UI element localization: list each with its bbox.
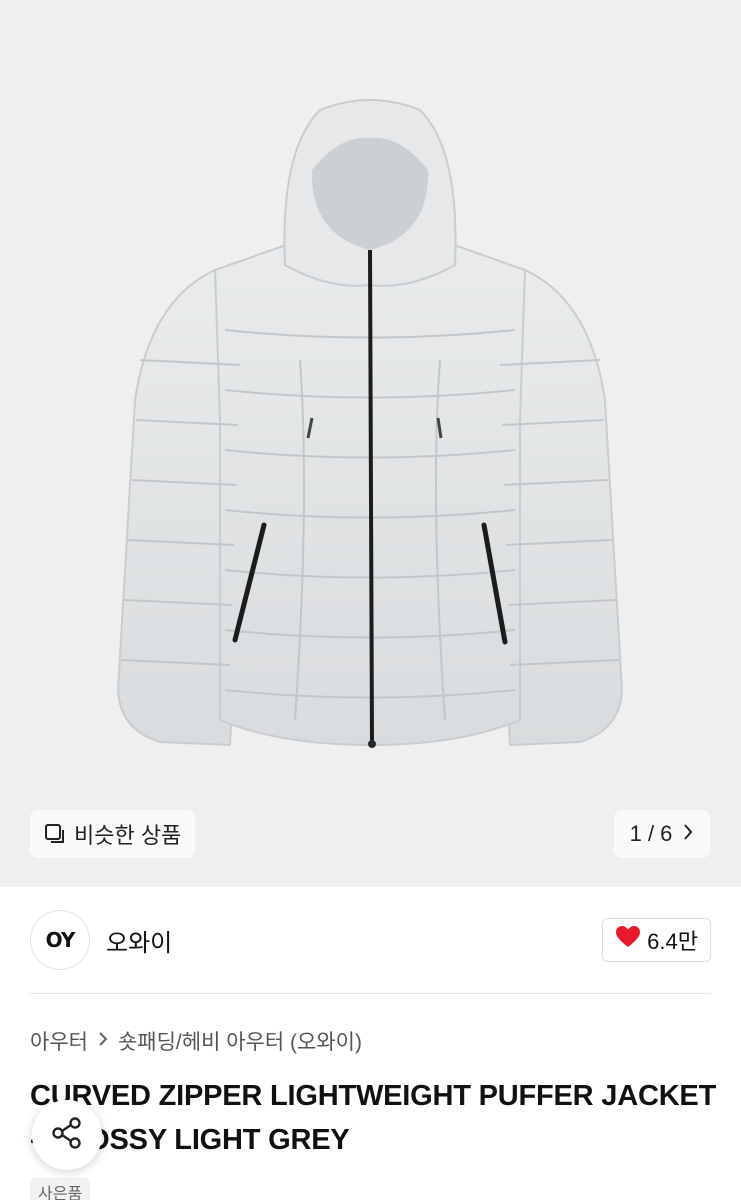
product-image-carousel[interactable]: 비슷한 상품 1 / 6	[0, 0, 741, 887]
pager-text: 1 / 6	[629, 821, 673, 846]
shop-row: OY 오와이 6.4만	[30, 910, 711, 970]
breadcrumb-subcategory[interactable]: 숏패딩/헤비 아우터 (오와이)	[118, 1026, 362, 1056]
shop-logo[interactable]: OY	[30, 910, 90, 970]
like-button[interactable]: 6.4만	[602, 918, 711, 962]
gift-badge: 사은품	[30, 1178, 91, 1200]
share-icon	[50, 1116, 84, 1155]
product-title: CURVED ZIPPER LIGHTWEIGHT PUFFER JACKET …	[30, 1080, 717, 1156]
similar-products-button[interactable]: 비슷한 상품	[30, 810, 196, 858]
chevron-right-icon	[682, 821, 694, 847]
share-button[interactable]	[32, 1100, 102, 1170]
heart-icon	[615, 925, 641, 955]
divider	[30, 993, 711, 994]
like-count: 6.4만	[647, 929, 698, 954]
image-pager[interactable]: 1 / 6	[614, 810, 710, 858]
shop-name[interactable]: 오와이	[106, 923, 172, 958]
similar-products-label: 비슷한 상품	[74, 823, 182, 848]
product-image	[116, 99, 624, 748]
similar-products-icon	[44, 823, 66, 845]
chevron-right-icon	[98, 1030, 108, 1053]
breadcrumb: 아우터 숏패딩/헤비 아우터 (오와이)	[30, 1026, 362, 1056]
breadcrumb-category[interactable]: 아우터	[30, 1026, 88, 1056]
